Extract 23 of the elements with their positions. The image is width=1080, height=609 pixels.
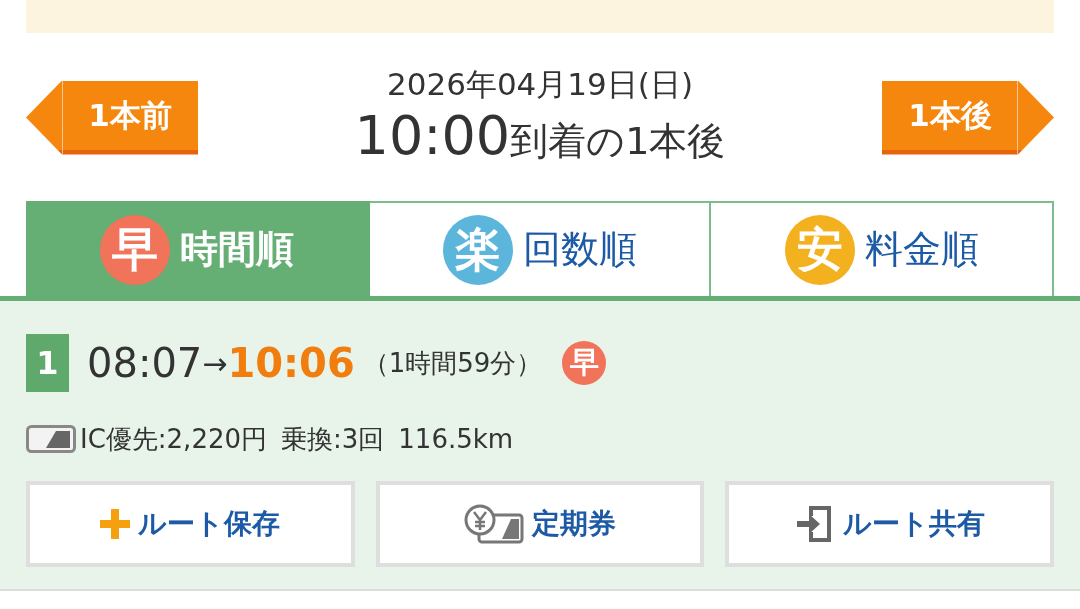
search-date: 2026年04月19日(日) [387, 65, 693, 104]
fare-text: IC優先:2,220円 [80, 423, 267, 456]
distance-text: 116.5km [398, 423, 514, 456]
sort-badge: 安 [784, 214, 855, 285]
travel-duration: （1時間59分） [362, 346, 543, 380]
save-route-button[interactable]: ルート保存 [26, 481, 355, 567]
search-time: 10:00 [354, 105, 511, 167]
route-number: 1 [26, 334, 69, 392]
departure-time: 08:07 [87, 340, 203, 386]
ticket-icon [464, 504, 524, 544]
arrival-time: 10:06 [227, 340, 355, 386]
ic-card-icon [26, 425, 76, 453]
transfers-text: 乗換:3回 [281, 423, 385, 456]
route-arrow: → [202, 345, 228, 381]
search-condition: 到着の1本後 [510, 119, 726, 165]
plus-icon [100, 509, 131, 539]
share-route-button[interactable]: ルート共有 [725, 481, 1054, 567]
sort-tab[interactable]: 安 料金順 [711, 201, 1054, 296]
sort-tab[interactable]: 楽 回数順 [370, 201, 711, 296]
fastest-badge: 早 [562, 341, 607, 385]
sort-badge: 楽 [442, 214, 513, 285]
pass-route-button[interactable]: 定期券 [375, 481, 705, 567]
sort-badge: 早 [100, 214, 170, 285]
